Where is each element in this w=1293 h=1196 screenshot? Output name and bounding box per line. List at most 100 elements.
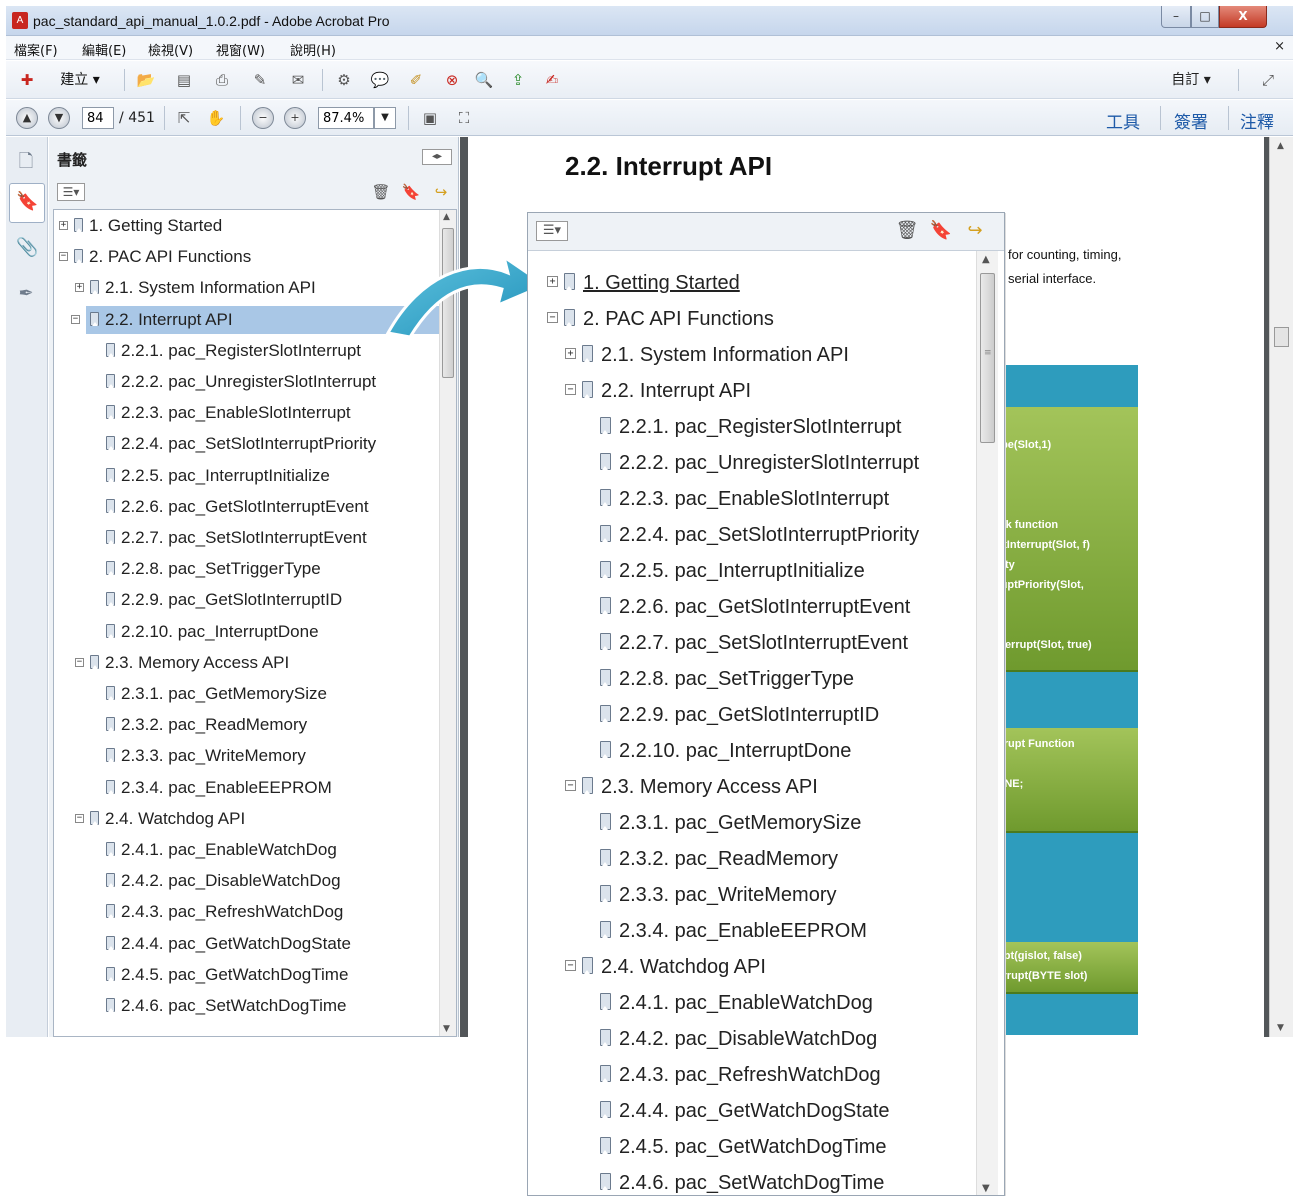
bookmark-item[interactable]: 2.2.10. pac_InterruptDone	[106, 618, 319, 646]
bookmark-item[interactable]: 2.2.7. pac_SetSlotInterruptEvent	[600, 625, 908, 661]
zoom-level-input[interactable]	[318, 107, 374, 129]
collapse-icon[interactable]: −	[547, 312, 558, 323]
menu-file[interactable]: 檔案(F)	[14, 40, 58, 59]
bookmark-item[interactable]: 2.4.3. pac_RefreshWatchDog	[600, 1057, 881, 1093]
bookmark-item[interactable]: 2.2.1. pac_RegisterSlotInterrupt	[106, 337, 361, 365]
collapse-icon[interactable]: −	[59, 252, 68, 262]
options-menu-icon[interactable]: ☰▾	[57, 183, 85, 201]
bookmark-item[interactable]: 2.3.1. pac_GetMemorySize	[106, 680, 327, 708]
minimize-button[interactable]: –	[1161, 6, 1191, 28]
bookmark-item[interactable]: 2.3.4. pac_EnableEEPROM	[106, 774, 332, 802]
bookmark-section[interactable]: +2.1. System Information API	[565, 337, 849, 373]
previous-page-icon[interactable]: ▲	[16, 107, 38, 129]
comment-bubble-icon[interactable]: 💬	[368, 69, 392, 91]
bookmark-section[interactable]: − 2. PAC API Functions	[59, 243, 251, 271]
bookmark-item[interactable]: 2.4.2. pac_DisableWatchDog	[106, 867, 341, 895]
bookmark-item[interactable]: 2.2.2. pac_UnregisterSlotInterrupt	[106, 368, 376, 396]
page-thumbnails-icon[interactable]: 🗋	[16, 149, 36, 172]
expand-icon[interactable]: +	[75, 283, 84, 293]
bookmark-section[interactable]: +1. Getting Started	[59, 212, 222, 240]
bookmark-item[interactable]: 2.4.6. pac_SetWatchDogTime	[106, 992, 347, 1020]
collapse-icon[interactable]: −	[71, 314, 80, 324]
collapse-icon[interactable]: −	[75, 657, 84, 667]
create-button[interactable]: 建立 ▾	[50, 69, 110, 91]
bookmark-item[interactable]: 2.2.2. pac_UnregisterSlotInterrupt	[600, 445, 919, 481]
menu-help[interactable]: 說明(H)	[290, 40, 336, 59]
bookmark-item[interactable]: 2.2.6. pac_GetSlotInterruptEvent	[600, 589, 910, 625]
document-scrollbar[interactable]: ▲ ▼	[1269, 137, 1293, 1037]
bookmark-section[interactable]: − 2.4. Watchdog API	[565, 949, 766, 985]
collapse-icon[interactable]: −	[75, 813, 84, 823]
bookmark-item[interactable]: 2.4.6. pac_SetWatchDogTime	[600, 1165, 884, 1195]
hand-tool-icon[interactable]: ✋	[204, 107, 228, 129]
bookmark-item[interactable]: 2.3.2. pac_ReadMemory	[106, 711, 307, 739]
bookmark-item[interactable]: 2.4.3. pac_RefreshWatchDog	[106, 898, 343, 926]
bookmark-section[interactable]: − 2.3. Memory Access API	[565, 769, 818, 805]
bookmark-item[interactable]: 2.2.5. pac_InterruptInitialize	[106, 462, 330, 490]
collapse-icon[interactable]: −	[565, 780, 576, 791]
zoom-dropdown-icon[interactable]: ▼	[374, 107, 396, 129]
bookmark-item[interactable]: 2.2.3. pac_EnableSlotInterrupt	[600, 481, 889, 517]
bookmark-section[interactable]: +2.1. System Information API	[75, 274, 316, 302]
bookmark-item[interactable]: 2.3.4. pac_EnableEEPROM	[600, 913, 867, 949]
print-icon[interactable]: ⎙	[210, 69, 234, 91]
bookmark-item[interactable]: 2.2.4. pac_SetSlotInterruptPriority	[600, 517, 919, 553]
bookmark-item[interactable]: 2.2.8. pac_SetTriggerType	[106, 555, 321, 583]
create-pdf-icon[interactable]: ✚	[16, 69, 38, 91]
bookmark-item[interactable]: 2.3.1. pac_GetMemorySize	[600, 805, 861, 841]
fit-page-icon[interactable]: ▣	[418, 107, 442, 129]
bookmark-item[interactable]: 2.4.5. pac_GetWatchDogTime	[600, 1129, 887, 1165]
email-icon[interactable]: ✉	[286, 69, 310, 91]
expand-icon[interactable]: +	[547, 276, 558, 287]
next-page-icon[interactable]: ▼	[48, 107, 70, 129]
zoom-in-icon[interactable]: +	[284, 107, 306, 129]
bookmark-item[interactable]: 2.3.2. pac_ReadMemory	[600, 841, 838, 877]
expand-icon[interactable]: ⤢	[1256, 69, 1280, 91]
bookmark-item[interactable]: 2.2.7. pac_SetSlotInterruptEvent	[106, 524, 367, 552]
bookmark-item[interactable]: 2.4.1. pac_EnableWatchDog	[600, 985, 873, 1021]
select-cursor-icon[interactable]: ⇱	[172, 107, 196, 129]
new-bookmark-icon[interactable]: 🔖	[399, 181, 423, 203]
close-button[interactable]: X	[1219, 6, 1267, 28]
sign-link[interactable]: 簽署	[1174, 108, 1208, 133]
collapse-icon[interactable]: −	[565, 960, 576, 971]
delete-bookmark-icon[interactable]: 🗑	[369, 181, 393, 203]
bookmark-section[interactable]: − 2. PAC API Functions	[547, 301, 774, 337]
customize-button[interactable]: 自訂 ▾	[1161, 69, 1221, 91]
bookmark-item[interactable]: 2.2.1. pac_RegisterSlotInterrupt	[600, 409, 901, 445]
bookmark-item[interactable]: 2.4.5. pac_GetWatchDogTime	[106, 961, 348, 989]
bookmark-item[interactable]: 2.2.8. pac_SetTriggerType	[600, 661, 854, 697]
bookmark-item[interactable]: 2.4.4. pac_GetWatchDogState	[106, 930, 351, 958]
export-icon[interactable]: ⇪	[506, 69, 530, 91]
bookmark-item[interactable]: 2.3.3. pac_WriteMemory	[106, 742, 306, 770]
expand-icon[interactable]: +	[59, 221, 68, 230]
menu-view[interactable]: 檢視(V)	[148, 40, 193, 59]
zoom-out-icon[interactable]: −	[252, 107, 274, 129]
bookmark-item[interactable]: 2.2.10. pac_InterruptDone	[600, 733, 851, 769]
settings-gear-icon[interactable]: ⚙	[332, 69, 356, 91]
open-folder-icon[interactable]: 📂	[134, 69, 158, 91]
bookmark-item[interactable]: 2.2.3. pac_EnableSlotInterrupt	[106, 399, 351, 427]
bookmark-item[interactable]: 2.3.3. pac_WriteMemory	[600, 877, 837, 913]
options-menu-icon[interactable]: ☰▾	[536, 221, 568, 241]
bookmark-section[interactable]: − 2.3. Memory Access API	[75, 649, 289, 677]
collapse-icon[interactable]: −	[565, 384, 576, 395]
bookmark-item[interactable]: 2.4.2. pac_DisableWatchDog	[600, 1021, 877, 1057]
find-bookmark-icon[interactable]: ↪	[429, 181, 453, 203]
new-bookmark-icon[interactable]: 🔖	[928, 220, 954, 242]
bookmark-item[interactable]: 2.2.5. pac_InterruptInitialize	[600, 553, 865, 589]
highlight-icon[interactable]: ✐	[404, 69, 428, 91]
sign-icon[interactable]: ✍	[540, 69, 564, 91]
bookmark-item[interactable]: 2.4.1. pac_EnableWatchDog	[106, 836, 337, 864]
edit-document-icon[interactable]: ✎	[248, 69, 272, 91]
collapse-panel-icon[interactable]: ◂▸	[422, 149, 452, 165]
bookmark-section[interactable]: − 2.4. Watchdog API	[75, 805, 245, 833]
bookmark-item[interactable]: 2.2.9. pac_GetSlotInterruptID	[106, 586, 342, 614]
menu-edit[interactable]: 編輯(E)	[82, 40, 126, 59]
menu-window[interactable]: 視窗(W)	[216, 40, 265, 59]
search-document-icon[interactable]: 🔍	[472, 69, 496, 91]
bookmark-item[interactable]: 2.2.9. pac_GetSlotInterruptID	[600, 697, 879, 733]
comment-link[interactable]: 注釋	[1240, 108, 1274, 133]
attachments-icon[interactable]: 📎	[16, 237, 38, 259]
save-icon[interactable]: ▤	[172, 69, 196, 91]
